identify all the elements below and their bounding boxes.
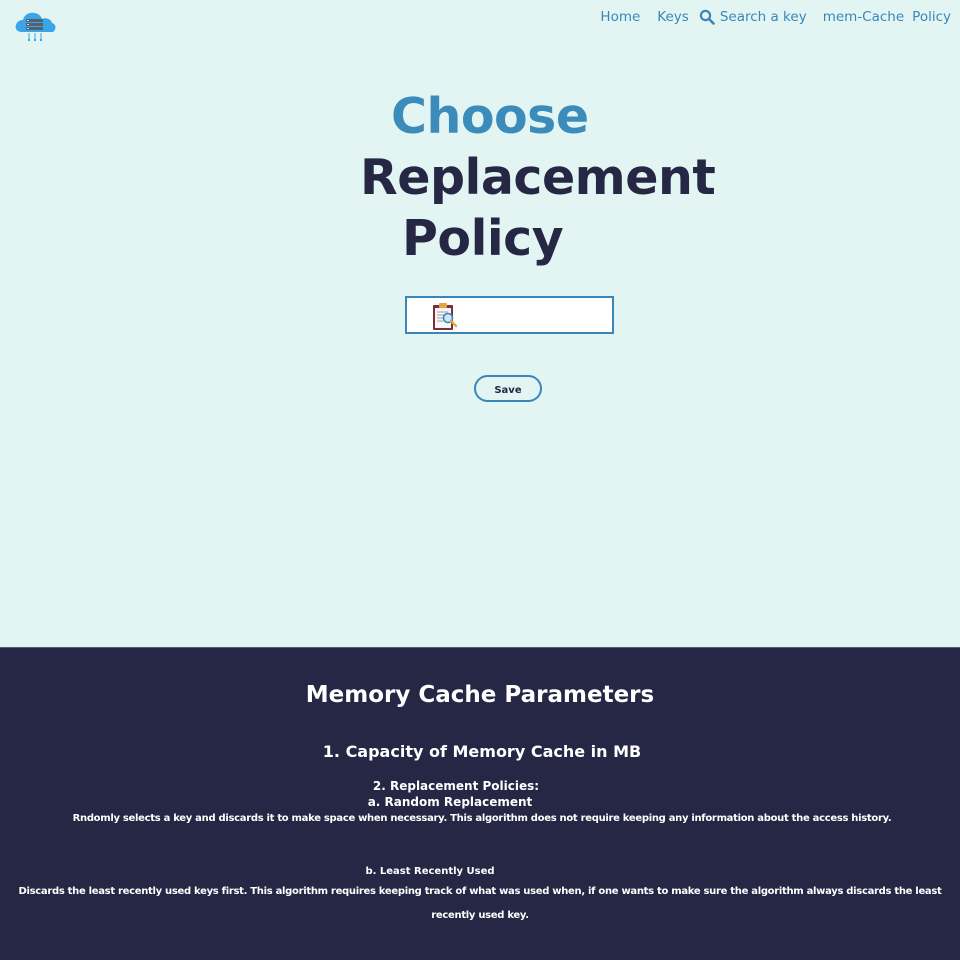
info-heading: Memory Cache Parameters <box>305 682 655 708</box>
info-capacity: 1. Capacity of Memory Cache in MB <box>322 742 642 761</box>
nav-keys-link[interactable]: Keys <box>657 9 689 25</box>
main-section: Home Keys Search a key mem-Cache Policy … <box>0 0 960 647</box>
page-title-line-1: Choose <box>391 88 589 145</box>
nav-search-link[interactable]: Search a key <box>699 9 807 25</box>
save-button[interactable]: Save <box>474 375 542 402</box>
policy-select[interactable] <box>405 296 614 334</box>
page-title-line-3: Policy <box>402 210 564 267</box>
top-nav: Home Keys Search a key mem-Cache Policy <box>600 9 951 25</box>
info-lru-description: Discards the least recently used keys fi… <box>18 886 942 921</box>
nav-memcache-link[interactable]: mem-Cache <box>823 9 904 25</box>
clipboard-search-icon <box>431 301 461 331</box>
nav-policy-link[interactable]: Policy <box>912 9 951 25</box>
info-policies-title: 2. Replacement Policies: <box>372 779 540 793</box>
nav-search-label: Search a key <box>719 9 807 25</box>
search-icon <box>699 9 715 25</box>
info-random-title: a. Random Replacement <box>367 795 533 809</box>
page-title-line-2: Replacement <box>360 149 716 206</box>
info-lru-title: b. Least Recently Used <box>365 866 495 877</box>
cloud-server-icon[interactable] <box>13 10 57 44</box>
info-random-description: Rndomly selects a key and discards it to… <box>72 813 892 824</box>
info-section: Memory Cache Parameters 1. Capacity of M… <box>0 647 960 960</box>
nav-home-link[interactable]: Home <box>600 9 640 25</box>
